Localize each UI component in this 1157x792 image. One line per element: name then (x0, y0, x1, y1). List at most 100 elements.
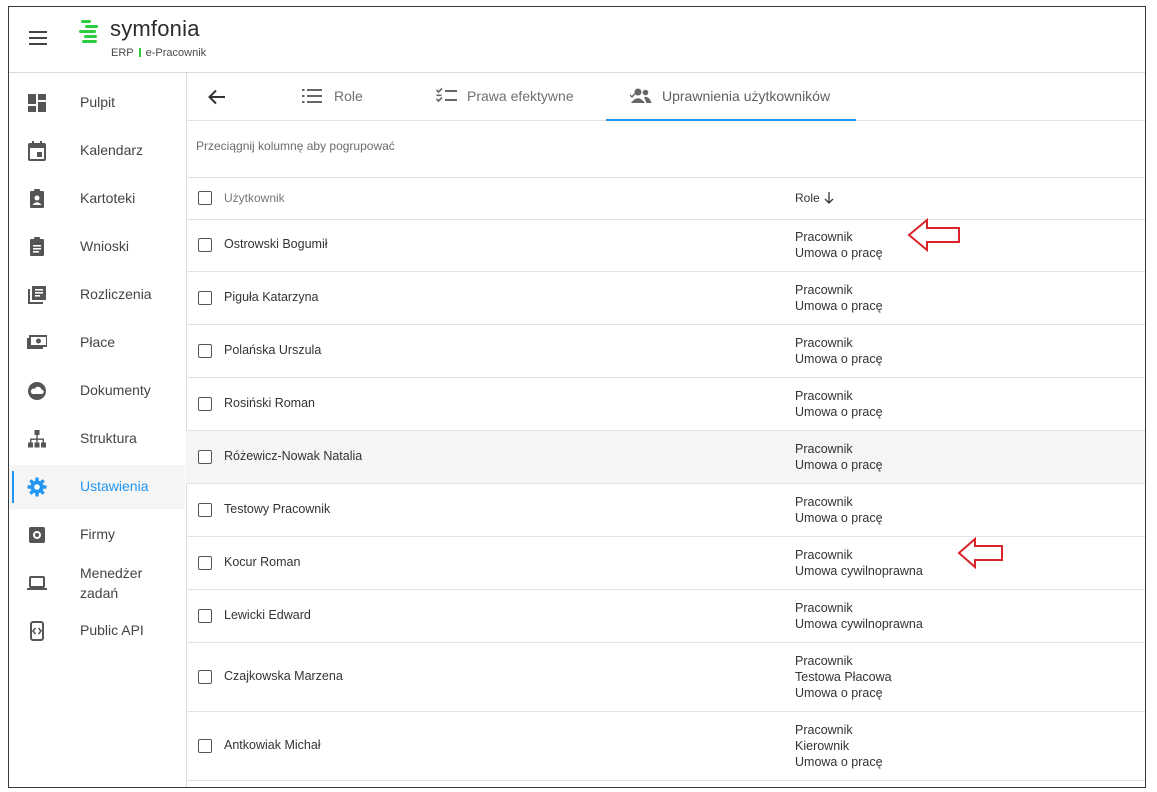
column-header-user[interactable]: Użytkownik (224, 191, 285, 205)
table-row[interactable]: Czajkowska Marzena Pracownik Testowa Pła… (186, 643, 1145, 712)
top-bar: symfonia ERP e-Pracownik (9, 7, 1145, 73)
app-logo: symfonia ERP e-Pracownik (79, 16, 259, 63)
library-books-icon (28, 286, 46, 304)
sidebar-item-label: Rozliczenia (80, 286, 152, 302)
column-header-role-label: Role (795, 191, 820, 205)
tab-prawa-efektywne[interactable]: Prawa efektywne (436, 73, 601, 120)
cloud-icon (28, 382, 46, 400)
laptop-icon (27, 576, 47, 590)
dashboard-icon (28, 94, 46, 112)
table-row[interactable]: Ostrowski Bogumił Pracownik Umowa o prac… (186, 219, 1145, 272)
tab-label: Prawa efektywne (467, 88, 574, 104)
sidebar-item-struktura[interactable]: Struktura (9, 417, 185, 461)
row-checkbox[interactable] (198, 291, 212, 305)
user-name: Polańska Urszula (224, 343, 322, 357)
sidebar: Pulpit Kalendarz Kartoteki Wnioski Rozli… (9, 73, 187, 787)
annotation-arrow-icon (907, 217, 960, 253)
sidebar-item-label: Struktura (80, 430, 137, 446)
role-entry: Pracownik (795, 723, 853, 737)
brand-subtitle: ERP e-Pracownik (111, 47, 206, 59)
column-header-role[interactable]: Role (795, 191, 834, 205)
table-row[interactable]: Piguła Katarzyna Pracownik Umowa o pracę (186, 272, 1145, 325)
user-roles: Pracownik Kierownik Umowa o pracę (795, 722, 883, 770)
user-name: Antkowiak Michał (224, 738, 321, 752)
table-row[interactable]: Testowy Pracownik Pracownik Umowa o prac… (186, 484, 1145, 537)
user-name: Rosiński Roman (224, 396, 316, 410)
role-entry: Kierownik (795, 739, 850, 753)
user-roles: Pracownik Umowa o pracę (795, 282, 883, 314)
user-roles: Pracownik Umowa o pracę (795, 388, 883, 420)
row-checkbox[interactable] (198, 397, 212, 411)
group-by-hint: Przeciągnij kolumnę aby pogrupować (196, 139, 395, 153)
sidebar-item-dokumenty[interactable]: Dokumenty (9, 369, 185, 413)
user-name: Ostrowski Bogumił (224, 237, 328, 251)
row-checkbox[interactable] (198, 503, 212, 517)
app-window: symfonia ERP e-Pracownik Pulpit Kalendarz… (8, 6, 1146, 788)
row-checkbox[interactable] (198, 450, 212, 464)
tab-label: Uprawnienia użytkowników (662, 88, 831, 104)
sidebar-item-wnioski[interactable]: Wnioski (9, 225, 185, 269)
role-entry: Umowa cywilnoprawna (795, 617, 923, 631)
sidebar-item-firmy[interactable]: Firmy (9, 513, 185, 557)
role-entry: Umowa o pracę (795, 352, 883, 366)
sidebar-item-ustawienia[interactable]: Ustawienia (9, 465, 185, 509)
row-checkbox[interactable] (198, 609, 212, 623)
tab-role[interactable]: Role (302, 73, 392, 120)
row-checkbox[interactable] (198, 739, 212, 753)
sidebar-item-label: Menedżer zadań (80, 565, 143, 601)
table-row[interactable]: Antkowiak Michał Pracownik Kierownik Umo… (186, 712, 1145, 781)
role-entry: Pracownik (795, 442, 853, 456)
sort-descending-icon (824, 192, 834, 204)
tab-bar: Role Prawa efektywne Uprawnienia użytkow… (186, 73, 1145, 121)
user-roles: Pracownik Umowa o pracę (795, 229, 883, 261)
grid-header: Użytkownik Role (186, 177, 1145, 220)
user-name: Kocur Roman (224, 555, 301, 569)
back-arrow-icon[interactable] (207, 87, 227, 107)
menu-icon[interactable] (29, 31, 47, 45)
role-entry: Testowa Płacowa (795, 670, 892, 684)
role-entry: Pracownik (795, 336, 853, 350)
sidebar-item-label: Firmy (80, 526, 115, 542)
user-roles: Pracownik Umowa o pracę (795, 335, 883, 367)
row-checkbox[interactable] (198, 670, 212, 684)
user-name: Testowy Pracownik (224, 502, 331, 516)
table-row[interactable]: Lewicki Edward Pracownik Umowa cywilnopr… (186, 590, 1145, 643)
sidebar-item-label: Płace (80, 334, 116, 350)
module-name: e-Pracownik (145, 47, 207, 59)
select-all-checkbox[interactable] (198, 191, 212, 205)
org-chart-icon (28, 430, 46, 448)
clipboard-icon (30, 237, 44, 256)
role-entry: Umowa o pracę (795, 405, 883, 419)
user-roles: Pracownik Umowa o pracę (795, 494, 883, 526)
row-checkbox[interactable] (198, 238, 212, 252)
role-entry: Umowa cywilnoprawna (795, 564, 923, 578)
user-roles: Pracownik Umowa o pracę (795, 441, 883, 473)
role-entry: Umowa o pracę (795, 246, 883, 260)
user-name: Piguła Katarzyna (224, 290, 319, 304)
table-row[interactable]: Różewicz-Nowak Natalia Pracownik Umowa o… (186, 431, 1145, 484)
api-icon (30, 621, 44, 641)
sidebar-item-label: Kalendarz (80, 142, 144, 158)
user-roles: Pracownik Testowa Płacowa Umowa o pracę (795, 653, 892, 701)
row-checkbox[interactable] (198, 556, 212, 570)
sidebar-item-public-api[interactable]: Public API (9, 609, 185, 653)
list-icon (302, 89, 322, 103)
sidebar-item-menedzer-zadan[interactable]: Menedżer zadań (9, 561, 185, 605)
row-checkbox[interactable] (198, 344, 212, 358)
sidebar-item-kalendarz[interactable]: Kalendarz (9, 129, 185, 173)
sidebar-item-label: Kartoteki (80, 190, 136, 206)
table-row[interactable]: Rosiński Roman Pracownik Umowa o pracę (186, 378, 1145, 431)
sidebar-item-pulpit[interactable]: Pulpit (9, 81, 185, 125)
sidebar-item-label: Dokumenty (80, 382, 151, 398)
sidebar-item-kartoteki[interactable]: Kartoteki (9, 177, 185, 221)
role-entry: Pracownik (795, 495, 853, 509)
role-entry: Pracownik (795, 548, 853, 562)
sidebar-item-place[interactable]: Płace (9, 321, 185, 365)
sidebar-item-rozliczenia[interactable]: Rozliczenia (9, 273, 185, 317)
brand-name: symfonia (110, 16, 200, 41)
sidebar-item-label: Pulpit (80, 94, 116, 110)
gear-icon (27, 477, 47, 497)
users-icon (630, 88, 652, 103)
table-row[interactable]: Polańska Urszula Pracownik Umowa o pracę (186, 325, 1145, 378)
tab-uprawnienia-uzytkownikow[interactable]: Uprawnienia użytkowników (606, 73, 856, 121)
